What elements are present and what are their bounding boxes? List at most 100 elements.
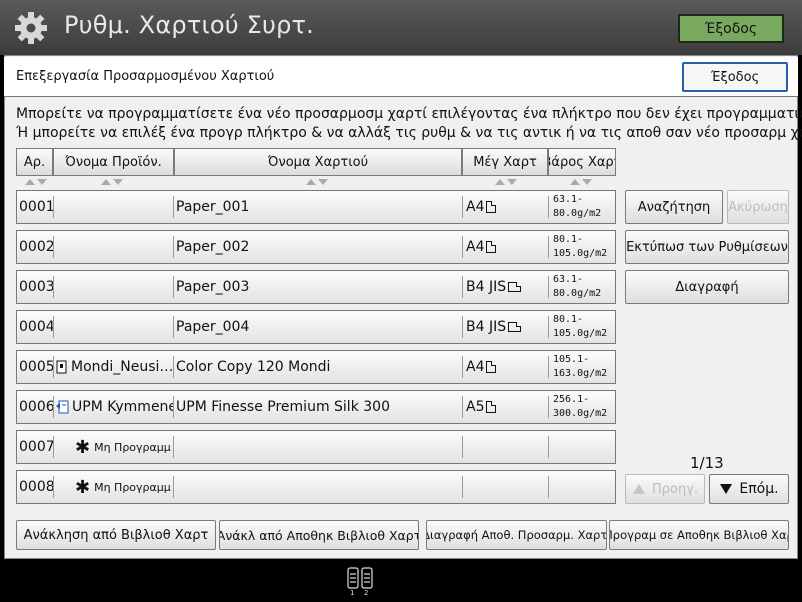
- row-weight-min: 256.1-: [553, 394, 590, 405]
- column-divider: [462, 476, 463, 498]
- column-header-paper-name[interactable]: Όνομα Χαρτιού: [174, 148, 462, 176]
- row-paper-size-cell: B4 JIS: [466, 271, 548, 303]
- portrait-paper-icon: [486, 241, 497, 253]
- delete-stored-custom-paper-button[interactable]: Διαγραφή Αποθ. Προσαρμ. Χαρτ.: [426, 520, 607, 550]
- table-row[interactable]: 0007 ✱ Μη Προγραμμ: [16, 430, 616, 464]
- page-indicator: 1/13: [690, 454, 724, 472]
- row-product: UPM Kymmene…: [72, 399, 173, 415]
- delete-button[interactable]: Διαγραφή: [625, 270, 789, 304]
- table-row[interactable]: 0005 Mondi_Neusi… Color Copy 120 Mondi A4 10…: [16, 350, 616, 384]
- row-paper-name: Paper_001: [176, 199, 250, 215]
- previous-page-button[interactable]: Προηγ.: [625, 474, 705, 504]
- arrow-up-icon: [632, 484, 645, 494]
- table-row[interactable]: 0008 ✱ Μη Προγραμμ: [16, 470, 616, 504]
- column-divider: [548, 356, 549, 378]
- table-row[interactable]: 0003 Paper_003 B4 JIS 63.1- 80.0g/m2: [16, 270, 616, 304]
- paper-tray-icon: 1 2: [347, 567, 373, 596]
- cancel-button[interactable]: Ακύρωση: [727, 190, 789, 224]
- page-title: Ρυθμ. Χαρτιού Συρτ.: [64, 11, 314, 39]
- subheader-title: Επεξεργασία Προσαρμοσμένου Χαρτιού: [16, 69, 275, 84]
- column-divider: [462, 236, 463, 258]
- row-number: 0005: [19, 359, 53, 375]
- column-header-paper-size[interactable]: Μέγ Χαρτ: [462, 148, 548, 176]
- column-header-number[interactable]: Αρ.: [16, 148, 53, 176]
- row-product: Μη Προγραμμ: [94, 480, 171, 494]
- column-divider: [548, 236, 549, 258]
- column-header-paper-weight[interactable]: Βάρος Χαρτ: [548, 148, 616, 176]
- tray-1-label: 1: [350, 589, 354, 596]
- column-divider: [173, 276, 174, 298]
- next-page-button[interactable]: Επόμ.: [709, 474, 789, 504]
- row-paper-name: Color Copy 120 Mondi: [176, 359, 331, 375]
- row-product-cell: UPM Kymmene…: [56, 391, 173, 423]
- row-paper-size-cell: [466, 471, 548, 503]
- column-divider: [462, 196, 463, 218]
- column-divider: [548, 476, 549, 498]
- recall-from-library-button[interactable]: Ανάκληση από Βιβλιοθ Χαρτ: [16, 520, 216, 550]
- tray-2-label: 2: [364, 589, 368, 596]
- column-divider: [462, 356, 463, 378]
- column-divider: [462, 396, 463, 418]
- row-number: 0003: [19, 279, 53, 295]
- column-header-product[interactable]: Όνομα Προϊόν.: [53, 148, 174, 176]
- table-row[interactable]: 0004 Paper_004 B4 JIS 80.1- 105.0g/m2: [16, 310, 616, 344]
- row-product-cell: ✱ Μη Προγραμμ: [75, 471, 171, 503]
- column-divider: [548, 316, 549, 338]
- top-exit-button[interactable]: Έξοδος: [678, 14, 784, 43]
- print-settings-button[interactable]: Εκτύπωσ των Ρυθμίσεων: [625, 230, 789, 264]
- row-product-cell: [56, 231, 173, 263]
- recall-from-stored-library-button[interactable]: Ανάκλ από Αποθηκ Βιβλιοθ Χαρτ: [219, 520, 419, 550]
- instruction-line-2: Ή μπορείτε να επιλέξ ένα προγρ πλήκτρο &…: [16, 125, 802, 141]
- row-weight-min: 63.1-: [553, 194, 584, 205]
- column-divider: [548, 436, 549, 458]
- column-divider: [173, 316, 174, 338]
- instruction-line-1: Μπορείτε να προγραμματίσετε ένα νέο προσ…: [16, 106, 802, 122]
- row-paper-weight: 256.1- 300.0g/m2: [553, 393, 607, 421]
- table-row[interactable]: 0002 Paper_002 A4 80.1- 105.0g/m2: [16, 230, 616, 264]
- column-divider: [173, 196, 174, 218]
- row-paper-weight: 63.1- 80.0g/m2: [553, 193, 601, 221]
- paper-library-edited-icon: [56, 400, 69, 414]
- row-paper-size: A5: [466, 399, 485, 415]
- row-paper-name: Paper_002: [176, 239, 250, 255]
- row-product-cell: [56, 311, 173, 343]
- row-weight-min: 80.1-: [553, 314, 584, 325]
- previous-page-label: Προηγ.: [651, 481, 699, 497]
- row-weight-max: 300.0g/m2: [553, 408, 608, 419]
- sort-arrows-icon: [101, 179, 123, 185]
- paper-library-icon: [56, 360, 67, 374]
- column-divider: [548, 196, 549, 218]
- program-to-stored-library-button[interactable]: Πρoγραμ σε Αποθηκ Βιβλιοθ Χαρ: [609, 520, 789, 550]
- row-paper-size: A4: [466, 359, 485, 375]
- row-paper-weight: 80.1- 105.0g/m2: [553, 313, 607, 341]
- status-bar: [0, 559, 802, 602]
- row-number: 0001: [19, 199, 53, 215]
- column-divider: [53, 276, 54, 298]
- row-paper-size-cell: A5: [466, 391, 548, 423]
- table-row[interactable]: 0006 UPM Kymmene…UPM Finesse Premium Silk…: [16, 390, 616, 424]
- column-divider: [53, 316, 54, 338]
- row-product-cell: ✱ Μη Προγραμμ: [75, 431, 171, 463]
- row-paper-size-cell: A4: [466, 191, 548, 223]
- column-divider: [53, 236, 54, 258]
- row-weight-max: 80.0g/m2: [553, 288, 602, 299]
- row-paper-name: [176, 471, 461, 503]
- gear-icon: [15, 12, 47, 44]
- table-row[interactable]: 0001 Paper_001 A4 63.1- 80.0g/m2: [16, 190, 616, 224]
- portrait-paper-icon: [486, 201, 497, 213]
- row-paper-size: B4 JIS: [466, 279, 507, 295]
- asterisk-icon: ✱: [75, 436, 91, 458]
- column-divider: [53, 396, 54, 418]
- column-divider: [53, 476, 54, 498]
- row-number: 0006: [19, 399, 53, 415]
- portrait-paper-icon: [486, 361, 497, 373]
- column-divider: [173, 396, 174, 418]
- column-divider: [173, 356, 174, 378]
- row-number: 0004: [19, 319, 53, 335]
- column-divider: [548, 396, 549, 418]
- search-button[interactable]: Αναζήτηση: [625, 190, 723, 224]
- exit-button[interactable]: Έξοδος: [682, 62, 788, 92]
- column-divider: [53, 436, 54, 458]
- row-product: Μη Προγραμμ: [94, 440, 171, 454]
- row-number: 0007: [19, 439, 53, 455]
